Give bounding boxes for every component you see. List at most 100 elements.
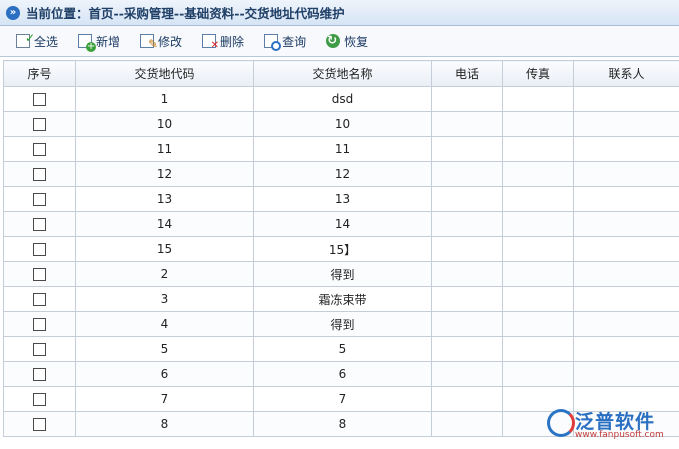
delete-icon (202, 34, 219, 51)
row-checkbox[interactable] (33, 343, 46, 356)
row-checkbox-cell (3, 361, 76, 387)
table-row[interactable]: 13 13 (3, 186, 679, 212)
cell-phone (431, 186, 503, 212)
search-label: 查询 (282, 34, 307, 49)
search-button[interactable]: 查询 (264, 30, 306, 52)
select-all-button[interactable]: 全选 (16, 30, 58, 52)
cell-phone (431, 86, 503, 112)
table-row[interactable]: 14 14 (3, 211, 679, 237)
cell-name: 霜冻束带 (253, 286, 432, 312)
row-checkbox-cell (3, 211, 76, 237)
delete-label: 删除 (220, 34, 245, 49)
row-checkbox[interactable] (33, 193, 46, 206)
row-checkbox-cell (3, 111, 76, 137)
row-checkbox[interactable] (33, 93, 46, 106)
row-checkbox[interactable] (33, 243, 46, 256)
header-index[interactable]: 序号 (3, 60, 76, 87)
table-row[interactable]: 4 得到 (3, 311, 679, 337)
table-row[interactable]: 3 霜冻束带 (3, 286, 679, 312)
table-row[interactable]: 55 (3, 336, 679, 362)
row-checkbox-cell (3, 386, 76, 412)
row-checkbox[interactable] (33, 143, 46, 156)
row-checkbox-cell (3, 236, 76, 262)
table-row[interactable]: 2 得到 (3, 261, 679, 287)
row-checkbox-cell (3, 86, 76, 112)
cell-phone (431, 411, 503, 437)
cell-contact (573, 311, 679, 337)
cell-contact (573, 261, 679, 287)
edit-icon (140, 34, 158, 51)
cell-fax (502, 311, 574, 337)
row-checkbox[interactable] (33, 118, 46, 131)
cell-code: 13 (75, 186, 254, 212)
cell-code: 7 (75, 386, 254, 412)
restore-button[interactable]: 恢复 (326, 30, 368, 52)
cell-phone (431, 386, 503, 412)
row-checkbox[interactable] (33, 418, 46, 431)
table-header-row: 序号 交货地代码 交货地名称 电话 传真 联系人 (3, 60, 679, 87)
watermark-url: www.fanpusoft.com (575, 430, 664, 440)
cell-fax (502, 261, 574, 287)
row-checkbox-cell (3, 286, 76, 312)
add-icon (78, 34, 97, 52)
cell-code: 10 (75, 111, 254, 137)
header-code[interactable]: 交货地代码 (75, 60, 254, 87)
row-checkbox[interactable] (33, 368, 46, 381)
cell-code: 6 (75, 361, 254, 387)
cell-fax (502, 186, 574, 212)
cell-phone (431, 311, 503, 337)
row-checkbox-cell (3, 161, 76, 187)
select-all-label: 全选 (34, 34, 59, 49)
delete-button[interactable]: 删除 (202, 30, 244, 52)
table-row[interactable]: 10 10 (3, 111, 679, 137)
table-row[interactable]: 1 dsd (3, 86, 679, 112)
cell-fax (502, 111, 574, 137)
row-checkbox[interactable] (33, 318, 46, 331)
table-row[interactable]: 11 11 (3, 136, 679, 162)
header-fax[interactable]: 传真 (502, 60, 574, 87)
cell-fax (502, 211, 574, 237)
double-chevron-right-icon: » (6, 5, 20, 20)
cell-contact (573, 336, 679, 362)
row-checkbox[interactable] (33, 218, 46, 231)
cell-contact (573, 136, 679, 162)
cell-name: 10 (253, 111, 432, 137)
breadcrumb-bar: » 当前位置：首页--采购管理--基础资料--交货地址代码维护 (0, 0, 679, 26)
cell-code: 12 (75, 161, 254, 187)
cell-name: dsd (253, 86, 432, 112)
cell-name: 7 (253, 386, 432, 412)
cell-fax (502, 361, 574, 387)
add-button[interactable]: 新增 (78, 30, 120, 52)
header-phone[interactable]: 电话 (431, 60, 503, 87)
cell-code: 8 (75, 411, 254, 437)
header-name[interactable]: 交货地名称 (253, 60, 432, 87)
row-checkbox[interactable] (33, 293, 46, 306)
table-row[interactable]: 15 15】 (3, 236, 679, 262)
watermark-logo: 泛普软件 www.fanpusoft.com (547, 407, 671, 441)
cell-fax (502, 161, 574, 187)
cell-fax (502, 286, 574, 312)
cell-phone (431, 161, 503, 187)
restore-label: 恢复 (344, 34, 369, 49)
row-checkbox-cell (3, 136, 76, 162)
table-row[interactable]: 66 (3, 361, 679, 387)
cell-contact (573, 361, 679, 387)
cell-name: 15】 (253, 236, 432, 262)
cell-contact (573, 186, 679, 212)
row-checkbox-cell (3, 311, 76, 337)
row-checkbox[interactable] (33, 268, 46, 281)
select-all-icon (16, 31, 35, 48)
row-checkbox-cell (3, 411, 76, 437)
edit-button[interactable]: 修改 (140, 30, 182, 52)
header-contact[interactable]: 联系人 (573, 60, 679, 87)
table-row[interactable]: 12 12 (3, 161, 679, 187)
cell-code: 14 (75, 211, 254, 237)
cell-name: 得到 (253, 311, 432, 337)
breadcrumb: 当前位置：首页--采购管理--基础资料--交货地址代码维护 (26, 6, 345, 21)
search-icon (264, 34, 282, 51)
row-checkbox[interactable] (33, 168, 46, 181)
cell-code: 11 (75, 136, 254, 162)
row-checkbox[interactable] (33, 393, 46, 406)
cell-fax (502, 236, 574, 262)
cell-code: 5 (75, 336, 254, 362)
